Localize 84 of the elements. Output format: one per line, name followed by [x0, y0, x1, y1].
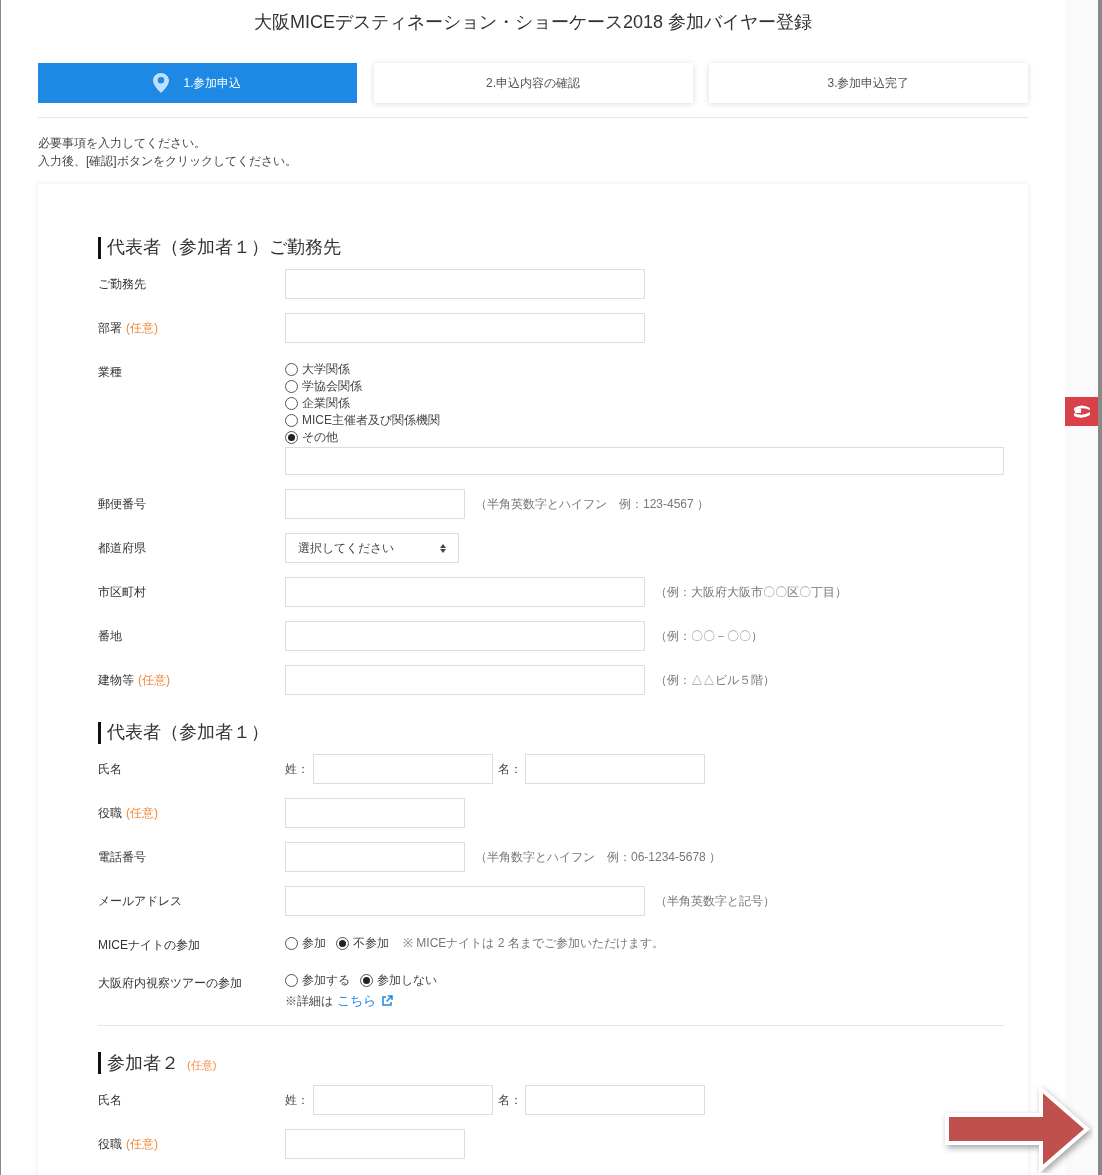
- field-label: 部署: [98, 320, 122, 337]
- radio-label: 参加する: [302, 972, 350, 989]
- field-label: メールアドレス: [98, 893, 182, 910]
- hint-text: （半角数字とハイフン 例：06-1234-5678 ）: [475, 849, 722, 866]
- radio-label: その他: [302, 429, 338, 446]
- optional-tag: (任意): [138, 671, 170, 689]
- external-link-icon: [381, 994, 393, 1007]
- radio-label: 参加: [302, 934, 326, 952]
- step-tab[interactable]: 3.参加申込完了: [709, 63, 1028, 103]
- text-input[interactable]: [313, 754, 493, 784]
- text-input[interactable]: [285, 313, 645, 343]
- name-prefix: 名：: [498, 761, 523, 778]
- field-label: ご勤務先: [98, 276, 146, 293]
- hint-text: （例：〇〇－〇〇）: [655, 628, 763, 645]
- select-dropdown[interactable]: 選択してください: [285, 533, 459, 563]
- step-tab[interactable]: 1.参加申込: [38, 63, 357, 103]
- name-prefix: 名：: [498, 1091, 523, 1109]
- radio-label: MICE主催者及び関係機関: [302, 412, 440, 429]
- heading-bar: [98, 236, 101, 259]
- field-label: 役職: [98, 1135, 122, 1153]
- text-input[interactable]: [285, 1128, 465, 1159]
- radio-label: 参加しない: [377, 972, 437, 989]
- optional-tag: (任意): [126, 319, 158, 337]
- detail-text: ※詳細は: [285, 992, 333, 1010]
- text-input[interactable]: [525, 754, 705, 784]
- field-label: 役職: [98, 805, 122, 822]
- section-heading: 参加者２: [107, 1051, 179, 1075]
- field-label: 建物等: [98, 672, 134, 689]
- optional-tag: (任意): [187, 1056, 217, 1074]
- text-input[interactable]: [525, 1084, 705, 1115]
- radio-button[interactable]: [285, 397, 298, 410]
- side-tab-icon[interactable]: [1065, 397, 1098, 426]
- radio-label: 学協会関係: [302, 378, 362, 395]
- heading-bar: [98, 721, 101, 744]
- text-input[interactable]: [285, 447, 1004, 475]
- text-input[interactable]: [285, 269, 645, 299]
- field-label: 業種: [98, 364, 122, 381]
- field-label: 番地: [98, 628, 122, 645]
- radio-button[interactable]: [285, 974, 298, 987]
- name-prefix: 姓：: [285, 761, 310, 778]
- radio-button[interactable]: [285, 431, 298, 444]
- section-heading: 代表者（参加者１）ご勤務先: [107, 236, 341, 259]
- radio-label: 不参加: [353, 934, 389, 952]
- field-label: 都道府県: [98, 540, 146, 557]
- hint-text: （半角英数字とハイフン 例：123-4567 ）: [475, 496, 710, 513]
- field-label: 電話番号: [98, 849, 146, 866]
- radio-button[interactable]: [285, 363, 298, 376]
- details-link[interactable]: こちら: [337, 991, 393, 1011]
- text-input[interactable]: [313, 1084, 493, 1115]
- radio-button[interactable]: [360, 974, 373, 987]
- text-input[interactable]: [285, 886, 645, 916]
- text-input[interactable]: [285, 577, 645, 607]
- field-label: 市区町村: [98, 584, 146, 601]
- section-heading: 代表者（参加者１）: [107, 721, 269, 744]
- sort-arrows-icon: [440, 543, 446, 553]
- heading-bar: [98, 1052, 101, 1074]
- hint-text: （例：大阪府大阪市〇〇区〇丁目）: [655, 584, 847, 601]
- text-input[interactable]: [285, 798, 465, 828]
- field-label: 氏名: [98, 1091, 122, 1109]
- note-text: ※ MICEナイトは 2 名までご参加いただけます。: [403, 935, 664, 952]
- hint-text: （例：△△ビル５階）: [655, 672, 775, 689]
- page-title: 大阪MICEデスティネーション・ショーケース2018 参加バイヤー登録: [252, 11, 813, 34]
- radio-button[interactable]: [285, 414, 298, 427]
- map-pin-icon: [153, 73, 170, 93]
- name-prefix: 姓：: [285, 1091, 310, 1109]
- step-tab[interactable]: 2.申込内容の確認: [373, 63, 693, 103]
- text-input[interactable]: [285, 665, 645, 695]
- optional-tag: (任意): [126, 804, 158, 822]
- text-input[interactable]: [285, 621, 645, 651]
- text-input[interactable]: [285, 489, 465, 519]
- text-input[interactable]: [285, 842, 465, 872]
- field-label: MICEナイトの参加: [98, 937, 200, 954]
- instruction-text: 必要事項を入力してください。: [38, 135, 207, 152]
- radio-button[interactable]: [285, 936, 298, 950]
- radio-button[interactable]: [336, 936, 349, 950]
- field-label: 氏名: [98, 761, 122, 778]
- field-label: 大阪府内視察ツアーの参加: [98, 975, 242, 992]
- radio-label: 大学関係: [302, 361, 350, 378]
- instruction-text: 入力後、[確認]ボタンをクリックしてください。: [38, 153, 298, 170]
- radio-button[interactable]: [285, 380, 298, 393]
- hint-text: （半角英数字と記号）: [655, 893, 775, 910]
- radio-label: 企業関係: [302, 395, 350, 412]
- field-label: 郵便番号: [98, 496, 146, 513]
- optional-tag: (任意): [126, 1134, 158, 1153]
